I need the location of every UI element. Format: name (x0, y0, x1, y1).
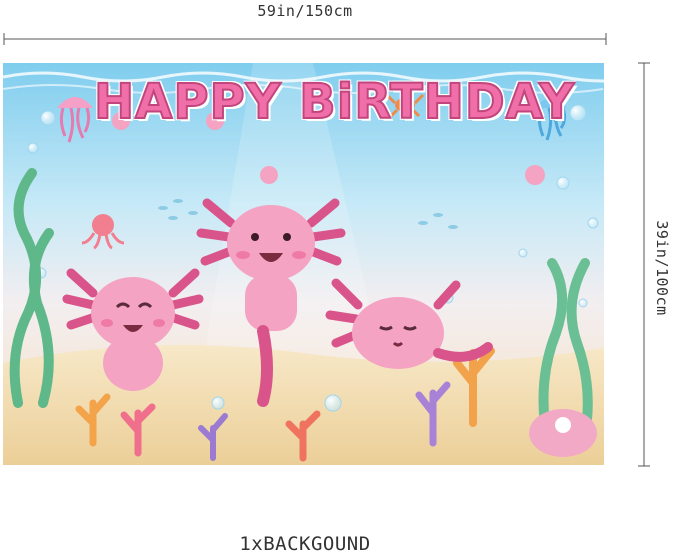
height-dimension-label: 39in/100cm (653, 220, 671, 316)
product-caption: 1xBACKGOUND (239, 533, 371, 555)
banner-title: HAPPY BiRTHDAY (93, 73, 576, 131)
